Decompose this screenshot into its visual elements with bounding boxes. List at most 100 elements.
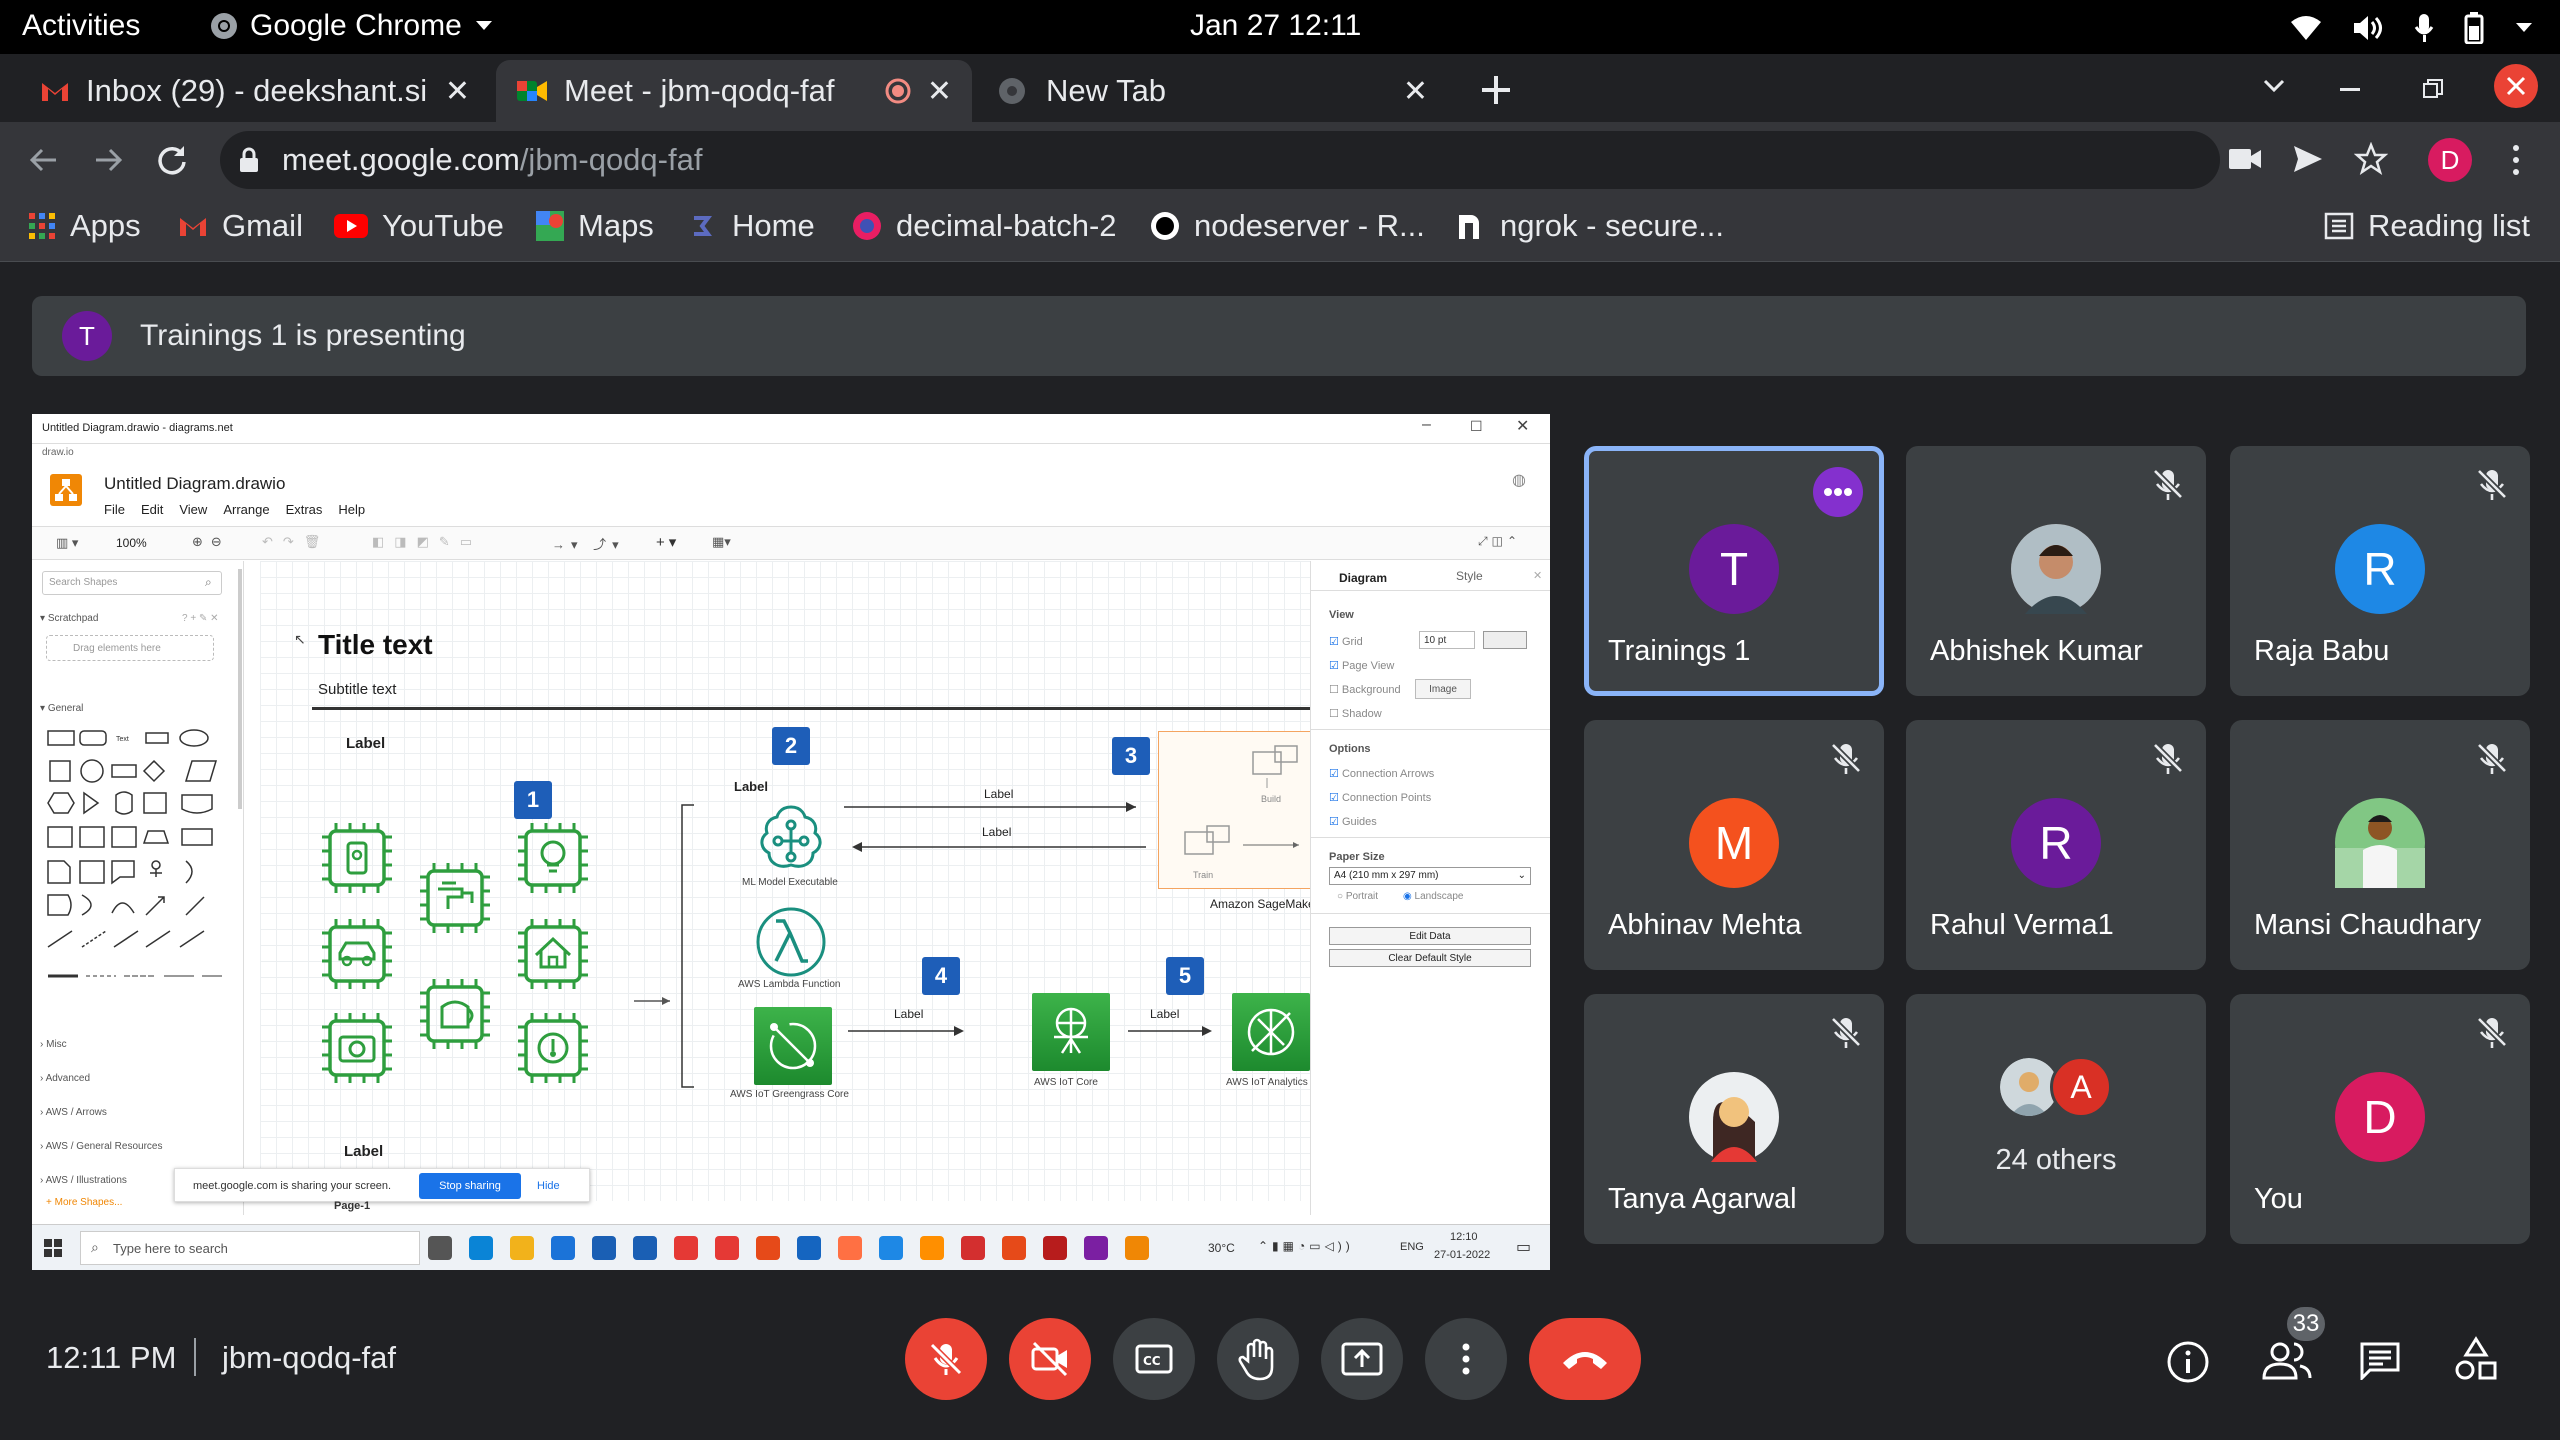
label-2[interactable]: Label [734, 779, 768, 794]
taskbar-time[interactable]: 12:10 [1450, 1231, 1478, 1243]
address-bar[interactable]: meet.google.com/jbm-qodq-faf [220, 131, 2220, 189]
close-icon[interactable]: ✕ [927, 74, 952, 109]
participant-tile-others[interactable]: A 24 others [1906, 994, 2206, 1244]
xd-icon[interactable] [879, 1236, 903, 1260]
chip-phone-icon[interactable] [320, 821, 394, 895]
bookmark-apps[interactable]: Apps [28, 208, 141, 244]
leave-call-button[interactable] [1529, 1318, 1641, 1400]
format-panel-icon[interactable]: ▥ ▾ [56, 535, 78, 551]
menu-help[interactable]: Help [338, 502, 365, 517]
grid-size-input[interactable]: 10 pt [1419, 631, 1475, 649]
present-now-button[interactable] [1321, 1318, 1403, 1400]
opera-icon[interactable] [715, 1236, 739, 1260]
step-badge-2[interactable]: 2 [772, 727, 810, 765]
category-advanced[interactable]: › Advanced [40, 1073, 90, 1084]
chip-bulb-icon[interactable] [516, 821, 590, 895]
window-min-icon[interactable]: – [1422, 416, 1431, 434]
insert-icon[interactable]: +▾ [656, 533, 680, 551]
grid-color-swatch[interactable] [1483, 631, 1527, 649]
forward-icon[interactable] [90, 142, 126, 178]
table-icon[interactable]: ▦▾ [712, 534, 731, 550]
menu-file[interactable]: File [104, 502, 125, 517]
tab-new-tab[interactable]: New Tab ✕ [978, 60, 1448, 122]
minimize-icon[interactable] [2340, 88, 2360, 92]
paper-size-select[interactable]: A4 (210 mm x 297 mm) ⌄ [1329, 867, 1531, 885]
more-shapes-link[interactable]: + More Shapes... [46, 1197, 122, 1208]
connection-points-checkbox[interactable]: ☑ Connection Points [1329, 791, 1431, 804]
cloud-icon[interactable] [551, 1236, 575, 1260]
general-shapes-grid[interactable]: Text [46, 725, 226, 955]
category-aws-arrows[interactable]: › AWS / Arrows [40, 1107, 107, 1118]
task-view-icon[interactable] [428, 1236, 452, 1260]
people-button[interactable] [2262, 1340, 2312, 1380]
globe-icon[interactable]: ◍ [1512, 470, 1526, 490]
star-icon[interactable] [2354, 142, 2388, 176]
window-close-icon[interactable]: ✕ [1516, 416, 1529, 436]
tab-gmail[interactable]: Inbox (29) - deekshant.sin ✕ [20, 60, 490, 122]
window-max-icon[interactable]: ☐ [1470, 418, 1483, 435]
reading-list[interactable]: Reading list [2324, 208, 2530, 244]
profile-avatar[interactable]: D [2428, 138, 2472, 182]
participant-tile-trainings[interactable]: T Trainings 1 [1584, 446, 1884, 696]
taskbar-search[interactable]: ⌕ Type here to search [80, 1231, 420, 1265]
search-shapes-input[interactable]: Search Shapes ⌕ [42, 571, 222, 595]
menu-view[interactable]: View [179, 502, 207, 517]
bookmark-decimal-batch[interactable]: decimal-batch-2 [852, 208, 1117, 244]
clock[interactable]: Jan 27 12:11 [1190, 9, 1361, 43]
activities-button[interactable]: Activities [22, 9, 140, 43]
tab-style[interactable]: Style [1456, 569, 1483, 583]
camera-in-use-icon[interactable] [2228, 146, 2262, 172]
diagram-canvas[interactable]: Title text ↖ Subtitle text Label 1 2 3 4… [260, 561, 1339, 1201]
app-menu[interactable]: Google Chrome [210, 9, 494, 43]
participant-tile-abhinav[interactable]: M Abhinav Mehta [1584, 720, 1884, 970]
office2-icon[interactable] [1002, 1236, 1026, 1260]
connection-icons[interactable]: →▾ ⤴▾ [552, 534, 625, 553]
mail-icon[interactable] [592, 1236, 616, 1260]
arrow-label-top[interactable]: Label [984, 787, 1013, 801]
landscape-radio[interactable]: ◉ Landscape [1403, 891, 1463, 902]
background-checkbox[interactable]: ☐ Background [1329, 683, 1401, 696]
ml-model-icon[interactable] [754, 803, 828, 877]
restore-icon[interactable] [2422, 78, 2444, 100]
windows-start-icon[interactable] [44, 1239, 62, 1257]
undo-redo-icons[interactable]: ↶↷🗑 [262, 534, 330, 550]
portrait-radio[interactable]: ○ Portrait [1337, 891, 1378, 902]
acrobat-icon[interactable] [961, 1236, 985, 1260]
group-label[interactable]: Label [346, 735, 385, 752]
close-panel-icon[interactable]: ✕ [1533, 569, 1542, 582]
diagram-subtitle-text[interactable]: Subtitle text [318, 681, 396, 698]
shadow-checkbox[interactable]: ☐ Shadow [1329, 707, 1382, 720]
system-tray[interactable] [2290, 12, 2534, 44]
taskbar-temp[interactable]: 30°C [1208, 1241, 1235, 1255]
close-window-icon[interactable] [2494, 64, 2538, 108]
stop-sharing-button[interactable]: Stop sharing [419, 1173, 521, 1199]
menu-arrange[interactable]: Arrange [223, 502, 269, 517]
chip-car-icon[interactable] [320, 917, 394, 991]
hide-button[interactable]: Hide [537, 1180, 560, 1192]
more-options-button[interactable] [1425, 1318, 1507, 1400]
category-aws-illustrations[interactable]: › AWS / Illustrations [40, 1175, 127, 1183]
office-icon[interactable] [756, 1236, 780, 1260]
captions-button[interactable]: CC [1113, 1318, 1195, 1400]
close-icon[interactable]: ✕ [445, 74, 470, 109]
more-options-icon[interactable] [1813, 467, 1863, 517]
image-button[interactable]: Image [1415, 679, 1471, 699]
sidebar-scrollbar[interactable] [238, 569, 242, 809]
tab-diagram[interactable]: Diagram [1339, 571, 1387, 585]
scratchpad-header[interactable]: ▾ Scratchpad [40, 613, 98, 624]
firefox-icon[interactable] [838, 1236, 862, 1260]
drawio-taskbar-icon[interactable] [1125, 1236, 1149, 1260]
send-icon[interactable] [2292, 144, 2324, 174]
category-aws-general[interactable]: › AWS / General Resources [40, 1141, 162, 1152]
lambda-icon[interactable] [754, 905, 828, 979]
bookmark-ngrok[interactable]: ngrok - secure... [1456, 208, 1724, 244]
back-icon[interactable] [26, 142, 62, 178]
clear-default-style-button[interactable]: Clear Default Style [1329, 949, 1531, 967]
taskbar-date[interactable]: 27-01-2022 [1434, 1249, 1490, 1261]
arrow-label-mid[interactable]: Label [982, 825, 1011, 839]
doc-title[interactable]: Untitled Diagram.drawio [104, 474, 285, 494]
chat-button[interactable] [2358, 1340, 2402, 1380]
meeting-code[interactable]: jbm-qodq-faf [222, 1340, 396, 1376]
taskbar-app-icons[interactable] [428, 1235, 1188, 1261]
step-badge-4[interactable]: 4 [922, 957, 960, 995]
